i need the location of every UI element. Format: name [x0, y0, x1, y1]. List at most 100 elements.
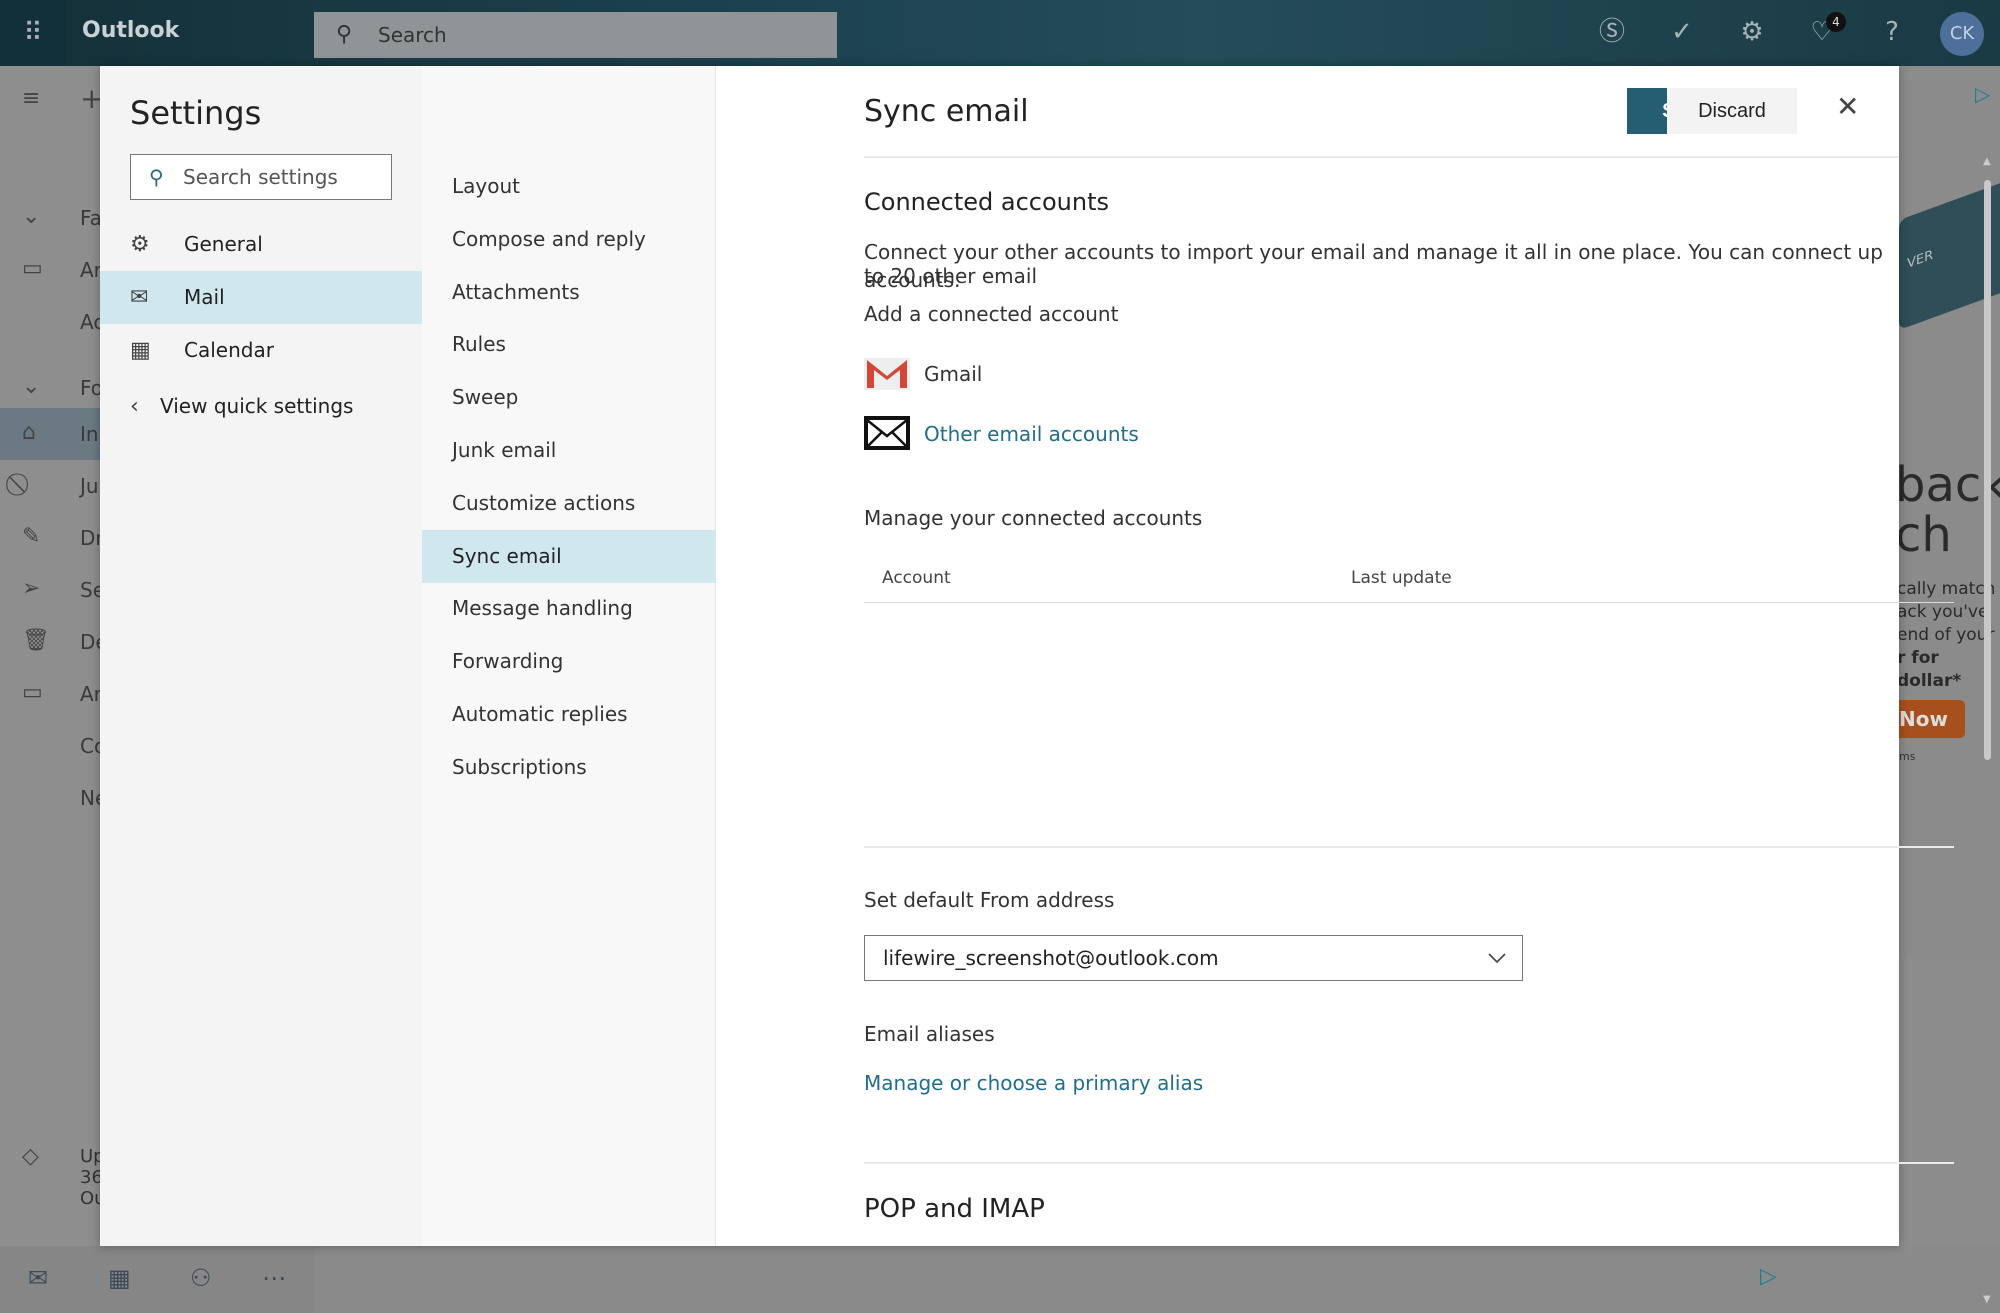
diamond-icon: ◇ — [22, 1144, 39, 1169]
discard-button[interactable]: Discard — [1667, 88, 1797, 134]
envelope-icon — [864, 416, 910, 450]
mail-section-sync-email[interactable]: Sync email — [422, 529, 716, 583]
mail-section-junk-email[interactable]: Junk email — [422, 424, 716, 477]
search-input[interactable]: ⚲ Search — [314, 12, 837, 58]
mail-section-layout[interactable]: Layout — [422, 160, 716, 213]
view-quick-settings-link[interactable]: ‹ View quick settings — [100, 380, 422, 433]
background-folder-item[interactable]: Ne — [0, 772, 107, 824]
hamburger-icon[interactable]: ≡ — [22, 86, 40, 111]
other-email-accounts-link[interactable]: Other email accounts — [924, 422, 1139, 446]
folder-label: In — [80, 422, 99, 446]
link-label: View quick settings — [160, 394, 354, 418]
connected-description: Connect your other accounts to import yo… — [864, 240, 1883, 288]
ad-terms: ms — [1899, 750, 1916, 763]
skype-icon[interactable]: Ⓢ — [1594, 14, 1630, 50]
app-name[interactable]: Outlook — [82, 18, 179, 43]
divider — [864, 602, 1954, 603]
search-placeholder: Search — [378, 23, 447, 47]
category-label: General — [184, 232, 263, 256]
category-label: Calendar — [184, 338, 274, 362]
background-folder-item[interactable]: ⌂ In — [0, 408, 100, 460]
close-icon[interactable]: ✕ — [1836, 90, 1859, 123]
category-general[interactable]: ⚙ General — [100, 218, 422, 271]
mail-section-automatic-replies[interactable]: Automatic replies — [422, 688, 716, 741]
search-settings-input[interactable]: ⚲ Search settings — [130, 154, 392, 200]
mail-sections-pane: Layout Compose and reply Attachments Rules S… — [422, 66, 716, 1246]
divider — [864, 1162, 1954, 1164]
scrollbar-thumb[interactable] — [1984, 180, 1991, 760]
default-from-dropdown[interactable]: lifewire_screenshot@outlook.com — [864, 935, 1523, 981]
mail-section-attachments[interactable]: Attachments — [422, 266, 716, 319]
mail-section-customize-actions[interactable]: Customize actions — [422, 477, 716, 530]
mail-section-forwarding[interactable]: Forwarding — [422, 635, 716, 688]
bottom-bar: ✉ ▦ ⚇ ⋯ ▷ — [0, 1246, 2000, 1313]
chevron-down-icon — [1488, 953, 1506, 964]
pop-imap-header: POP and IMAP — [864, 1194, 1045, 1224]
folder-label: Ar — [80, 258, 102, 282]
manage-alias-link[interactable]: Manage or choose a primary alias — [864, 1071, 1203, 1095]
background-folder-item[interactable]: ▭ Ar — [0, 244, 102, 296]
mail-section-sweep[interactable]: Sweep — [422, 371, 716, 424]
add-account-label: Add a connected account — [864, 302, 1119, 326]
archive-icon: ▭ — [22, 256, 43, 281]
mail-section-rules[interactable]: Rules — [422, 318, 716, 371]
background-folder-item[interactable]: ✎ Dr — [0, 512, 104, 564]
background-folder-item[interactable]: ⌄ Fo — [0, 362, 103, 414]
chevron-down-icon: ⌄ — [22, 374, 41, 399]
pencil-icon: ✎ — [22, 524, 41, 549]
connected-description: accounts. — [864, 268, 961, 292]
chevron-down-icon: ⌄ — [22, 204, 41, 229]
chevron-left-icon: ‹ — [130, 394, 139, 419]
app-launcher-icon[interactable]: ⠿ — [0, 0, 66, 66]
column-header-account[interactable]: Account — [882, 568, 951, 588]
background-folder-item[interactable]: ➢ Se — [0, 564, 105, 616]
search-icon: ⚲ — [336, 22, 353, 47]
divider — [864, 846, 1954, 848]
column-header-last-update[interactable]: Last update — [1351, 568, 1452, 588]
mail-icon: ✉ — [130, 285, 149, 310]
inbox-icon: ⌂ — [22, 420, 36, 445]
scrollbar[interactable]: ▲ ▼ — [1983, 156, 1991, 1305]
adchoices-icon[interactable]: ▷ — [1975, 82, 1990, 106]
background-folder-item[interactable]: ⌄ Fa — [0, 192, 102, 244]
settings-categories-pane: Settings ⚲ Search settings ⚙ General ✉ Mai… — [100, 66, 422, 1246]
folder-label: Ju — [80, 474, 99, 498]
mail-section-message-handling[interactable]: Message handling — [422, 582, 716, 635]
notification-badge: 4 — [1826, 12, 1846, 32]
page-title: Sync email — [864, 94, 1029, 129]
default-from-label: Set default From address — [864, 888, 1115, 912]
people-icon[interactable]: ⚇ — [190, 1264, 212, 1292]
background-folder-pane: ≡ + ⌄Fa▭ArAc⌄Fo⌂In⃠Ju✎Dr➢Se🗑De▭ArCoNe ◇ … — [0, 66, 108, 1246]
search-icon: ⚲ — [149, 165, 164, 189]
divider — [864, 156, 1899, 158]
background-folder-item[interactable]: ⃠Ju — [0, 460, 100, 512]
help-icon[interactable]: ? — [1874, 14, 1910, 50]
gmail-icon — [864, 358, 910, 390]
mail-section-subscriptions[interactable]: Subscriptions — [422, 741, 716, 794]
gear-icon[interactable]: ⚙ — [1734, 14, 1770, 50]
background-folder-item[interactable]: Co — [0, 720, 106, 772]
scroll-up-icon[interactable]: ▲ — [1983, 156, 1991, 167]
calendar-icon[interactable]: ▦ — [108, 1264, 131, 1292]
adchoices-icon[interactable]: ▷ — [1760, 1264, 1777, 1289]
ad-cta-button[interactable]: Now — [1899, 700, 1965, 738]
more-icon[interactable]: ⋯ — [262, 1264, 286, 1292]
folder-label: Fa — [80, 206, 102, 230]
dropdown-value: lifewire_screenshot@outlook.com — [883, 946, 1219, 970]
scroll-down-icon[interactable]: ▼ — [1983, 1294, 1991, 1305]
search-placeholder: Search settings — [183, 165, 338, 189]
mail-icon[interactable]: ✉ — [28, 1264, 48, 1292]
category-calendar[interactable]: ▦ Calendar — [100, 324, 422, 377]
top-bar: ⠿ Outlook ⚲ Search Ⓢ ✓ ⚙ ♡ 4 ? CK — [0, 0, 2000, 66]
gmail-label: Gmail — [924, 362, 983, 386]
settings-title: Settings — [130, 94, 262, 132]
background-folder-item[interactable]: Ac — [0, 296, 104, 348]
sync-email-content: Sync email Save Discard ✕ ▲ ▼ Connected … — [716, 66, 1991, 1305]
background-folder-item[interactable]: 🗑 De — [0, 616, 108, 668]
category-mail[interactable]: ✉ Mail — [100, 271, 422, 324]
mail-section-compose-and-reply[interactable]: Compose and reply — [422, 213, 716, 266]
connected-accounts-header: Connected accounts — [864, 188, 1109, 216]
todo-icon[interactable]: ✓ — [1664, 14, 1700, 50]
background-folder-item[interactable]: ▭ Ar — [0, 668, 102, 720]
avatar[interactable]: CK — [1940, 12, 1984, 56]
